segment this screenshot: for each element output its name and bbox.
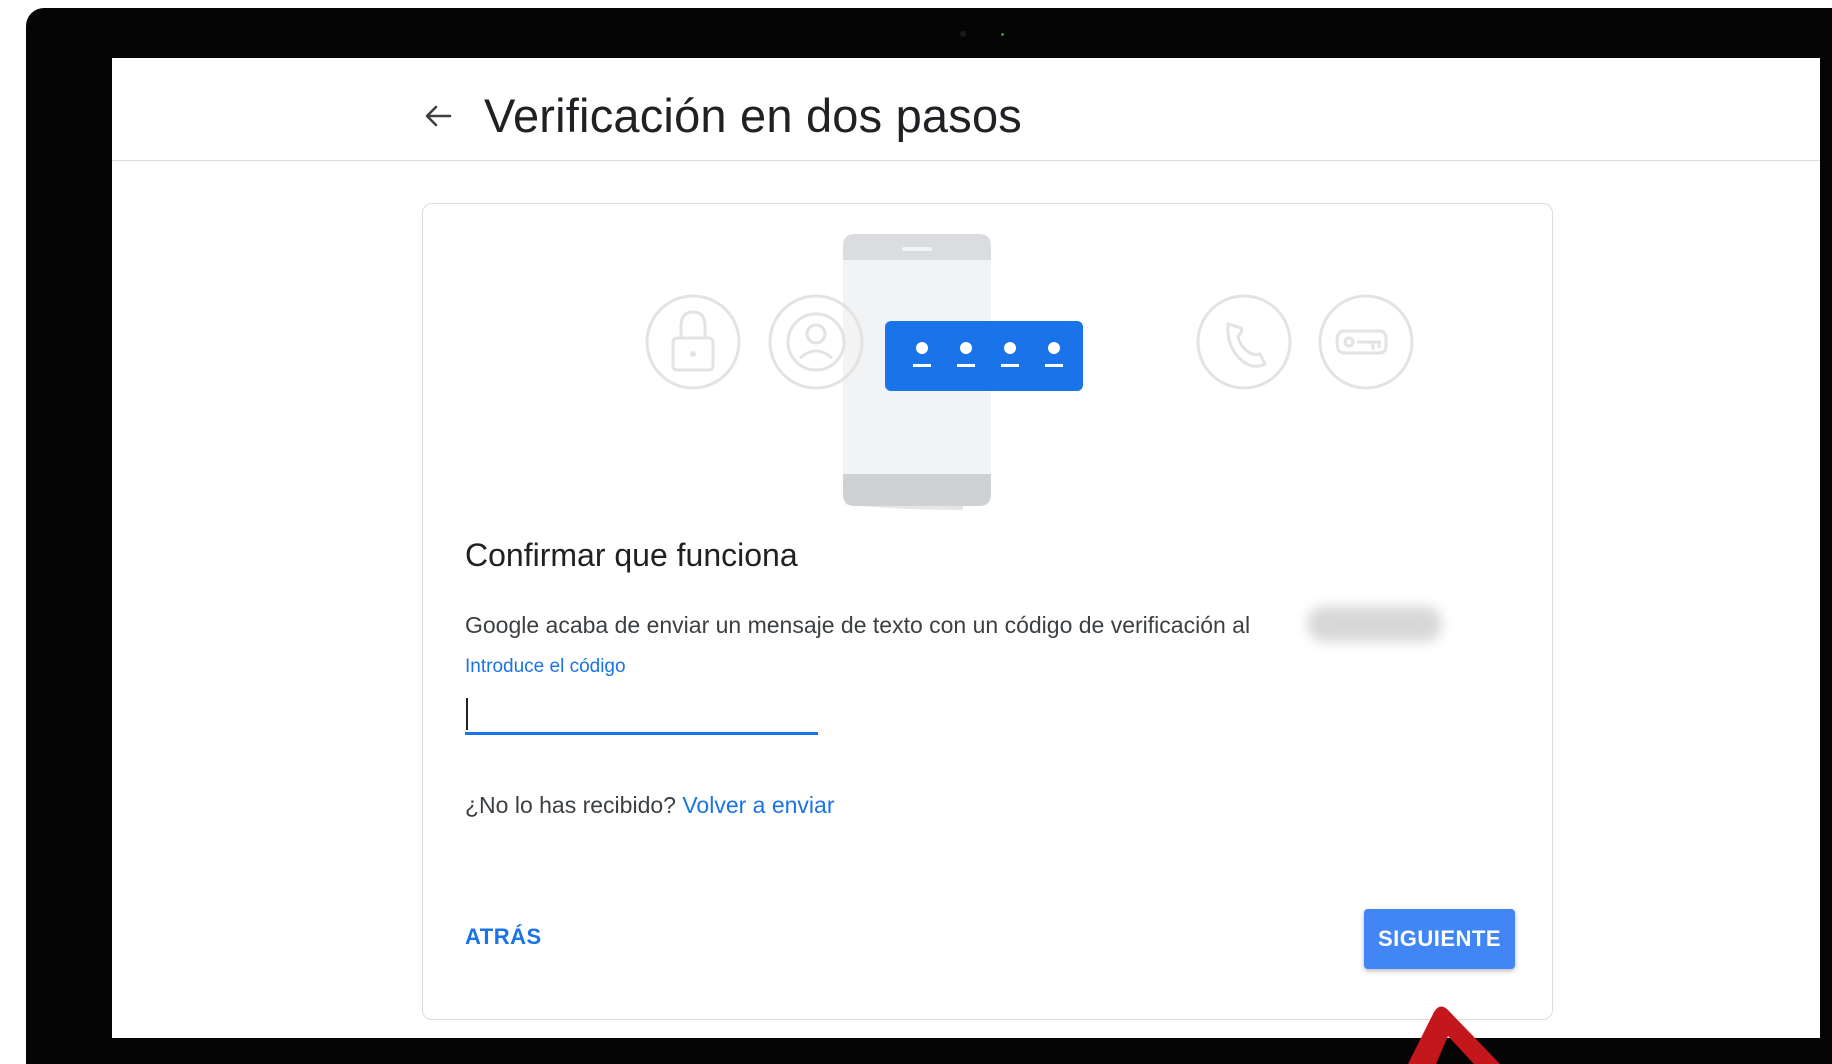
resend-question: ¿No lo has recibido?: [465, 792, 676, 818]
page-title: Verificación en dos pasos: [484, 89, 1022, 142]
camera-led: [1001, 33, 1004, 36]
code-input-label: Introduce el código: [465, 656, 626, 677]
back-button[interactable]: ATRÁS: [465, 924, 542, 950]
device-bezel: Verificación en dos pasos Confirmar que …: [26, 8, 1832, 1064]
key-icon: [1318, 294, 1414, 390]
next-button[interactable]: SIGUIENTE: [1364, 909, 1515, 969]
page-header: Verificación en dos pasos: [112, 58, 1820, 161]
screen: Verificación en dos pasos Confirmar que …: [112, 58, 1820, 1038]
verification-card: Confirmar que funciona Google acaba de e…: [422, 203, 1553, 1020]
text-caret: [466, 698, 468, 730]
two-step-illustration: [645, 234, 1414, 510]
confirm-heading: Confirmar que funciona: [465, 537, 798, 573]
annotation-arrow-icon: [1408, 1006, 1500, 1064]
arrow-left-icon[interactable]: [418, 96, 458, 136]
sms-description: Google acaba de enviar un mensaje de tex…: [465, 612, 1251, 638]
phone-code-icon: [885, 321, 1083, 391]
resend-link[interactable]: Volver a enviar: [682, 792, 834, 818]
blurred-phone-number: [1307, 606, 1442, 642]
phone-call-icon: [1196, 294, 1292, 390]
camera-icon: [960, 31, 966, 37]
resend-row: ¿No lo has recibido? Volver a enviar: [465, 792, 834, 819]
lock-icon: [645, 294, 741, 390]
verification-code-input[interactable]: [465, 692, 818, 735]
